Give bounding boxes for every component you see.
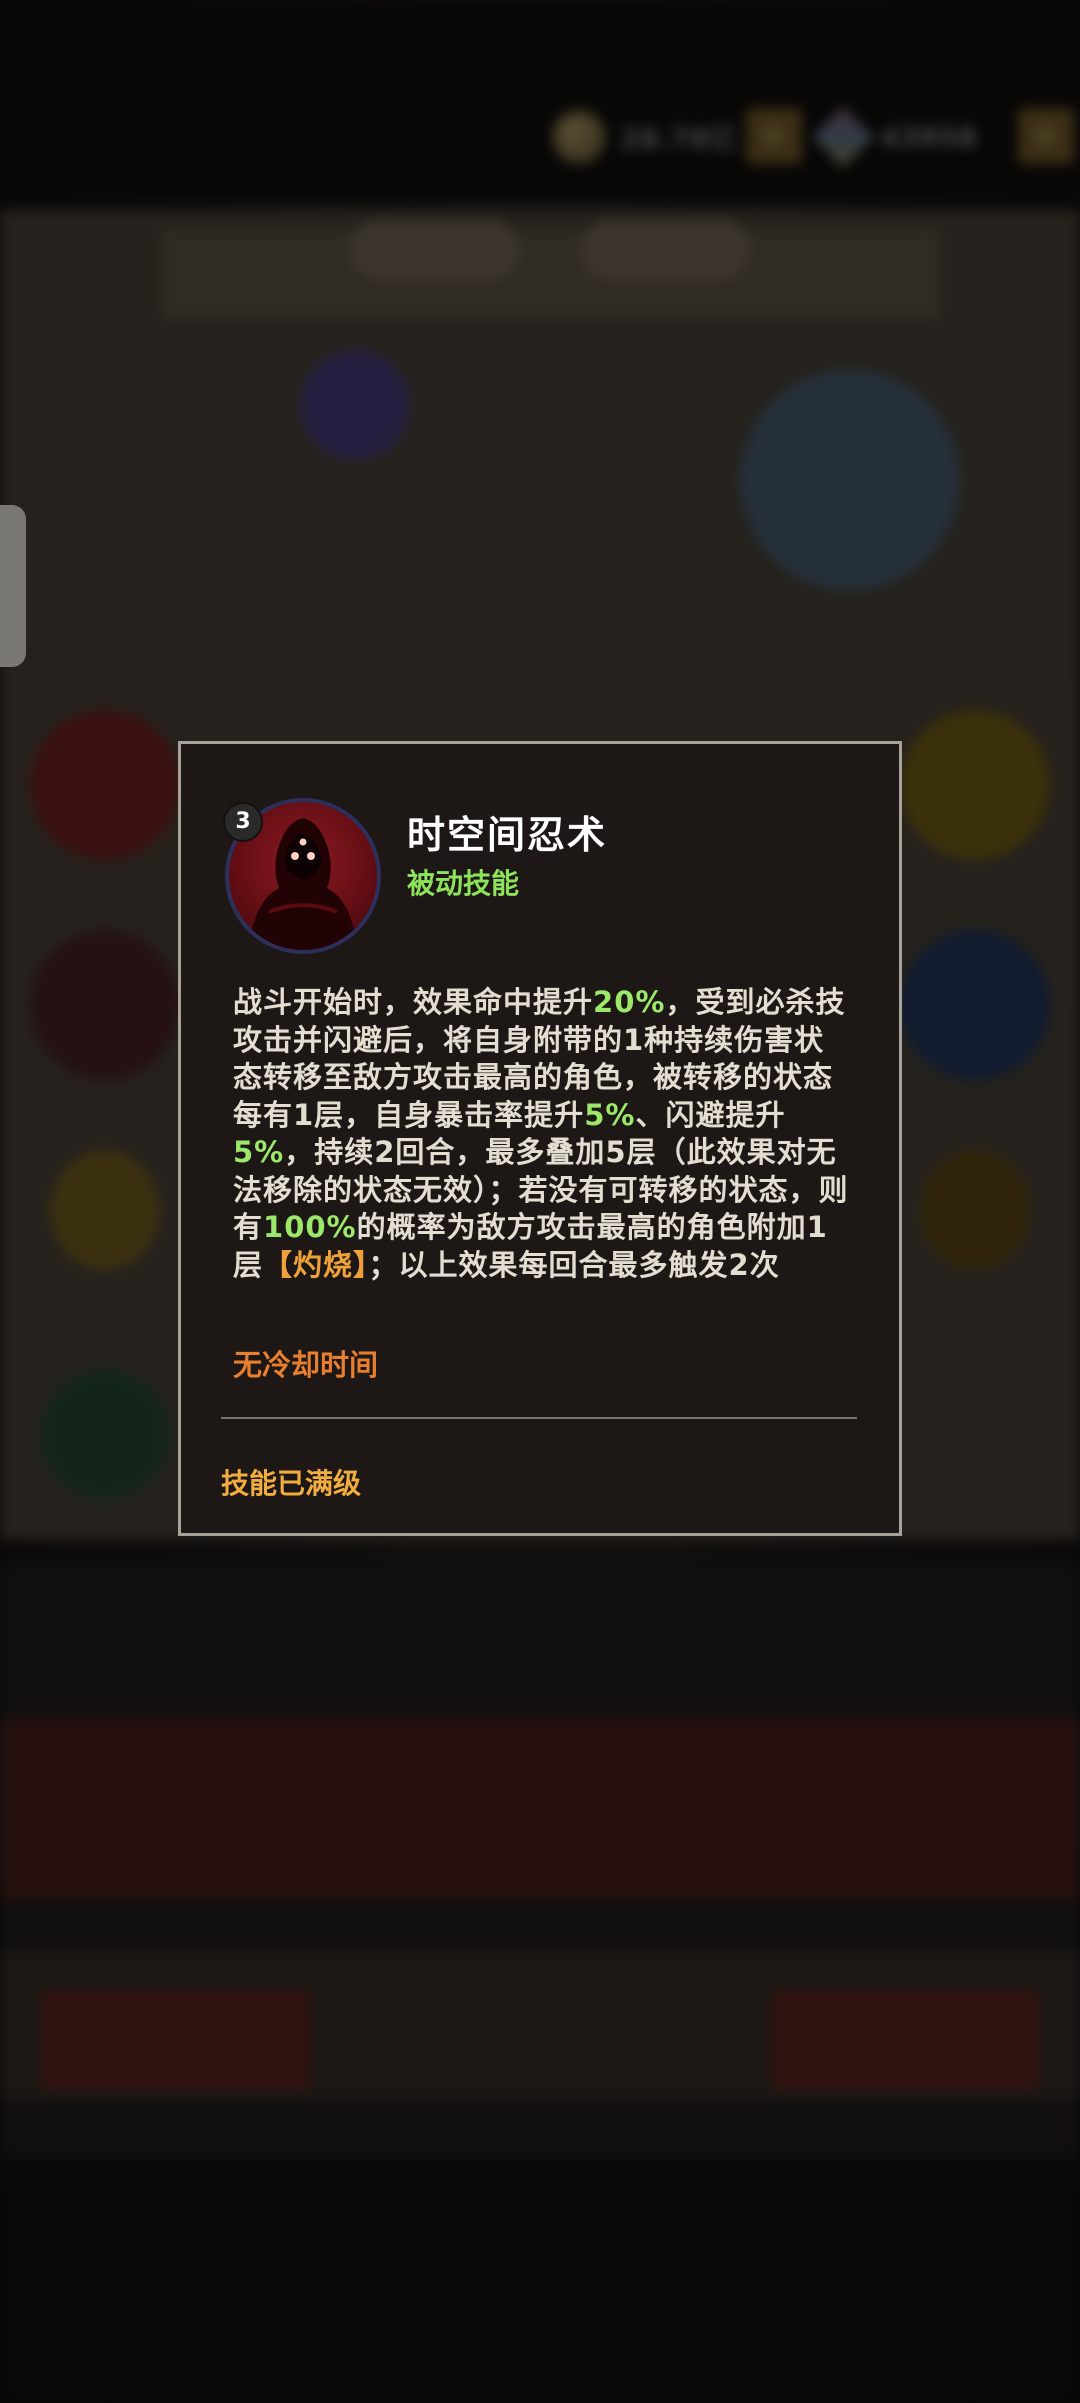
description-segment: 20% <box>593 985 666 1019</box>
skill-type: 被动技能 <box>407 867 520 900</box>
description-segment: 战斗开始时，效果命中提升 <box>233 985 594 1019</box>
description-segment: ；以上效果每回合最多触发2次 <box>368 1247 780 1282</box>
side-handle[interactable] <box>0 505 26 667</box>
description-segment: 【灼烧】 <box>263 1247 369 1282</box>
skill-name: 时空间忍术 <box>407 813 608 857</box>
description-segment: 5% <box>584 1097 636 1132</box>
game-screen: 28.78亿 + 43958 + 3 时空间忍术 被动技能 战斗开始时，效果命中… <box>0 0 1080 2403</box>
divider <box>221 1417 857 1419</box>
skill-cooldown: 无冷却时间 <box>233 1348 379 1382</box>
skill-level-badge: 3 <box>223 802 263 842</box>
skill-description: 战斗开始时，效果命中提升20%，受到必杀技攻击并闪避后，将自身附带的1种持续伤害… <box>233 984 853 1284</box>
description-segment: 100% <box>263 1210 357 1244</box>
description-segment: 、闪避提升 <box>635 1097 786 1132</box>
skill-max-level-status: 技能已满级 <box>221 1467 362 1500</box>
skill-detail-popup: 3 时空间忍术 被动技能 战斗开始时，效果命中提升20%，受到必杀技攻击并闪避后… <box>178 741 902 1536</box>
skill-icon-wrap: 3 <box>223 798 381 954</box>
description-segment: 5% <box>233 1135 285 1169</box>
